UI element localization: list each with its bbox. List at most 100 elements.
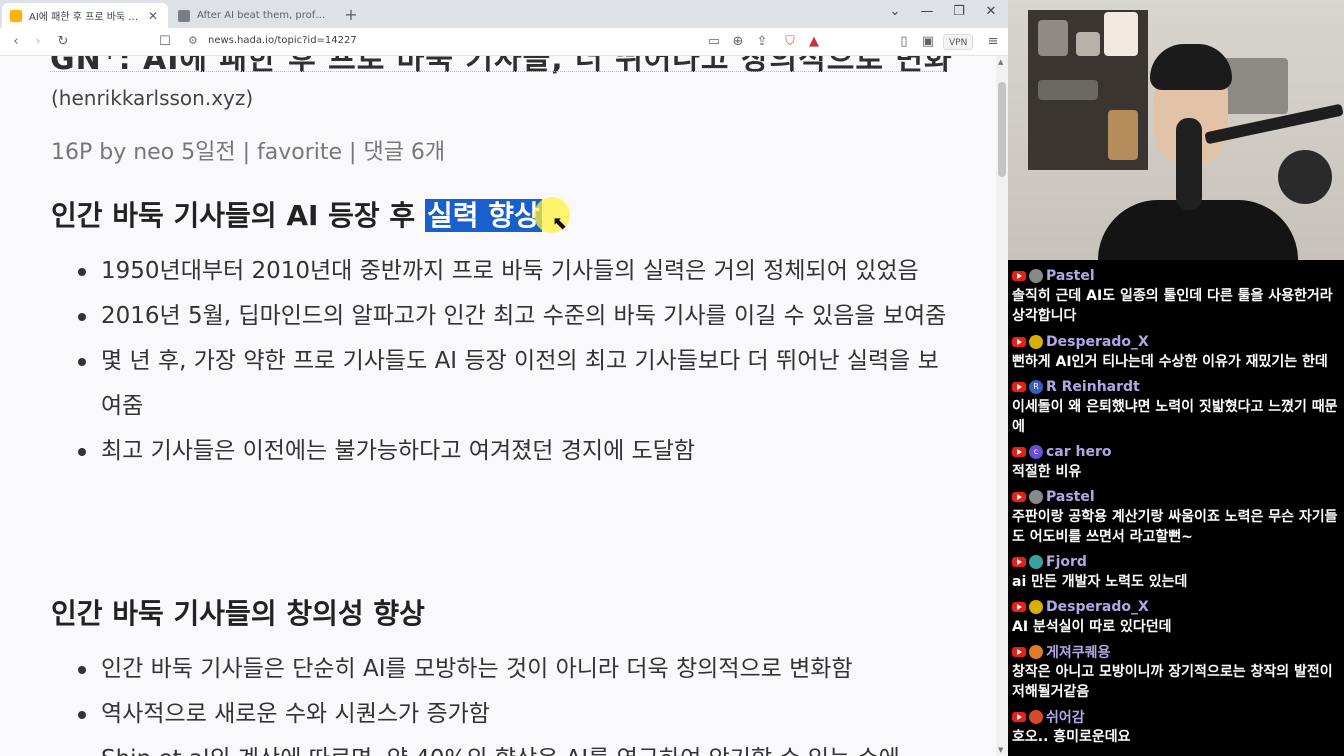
shelf-item [1038, 20, 1068, 56]
scroll-up-icon[interactable]: ▲ [998, 58, 1003, 66]
brave-shield-icon[interactable]: ⛉ [780, 32, 800, 52]
chat-author: Pastel [1046, 268, 1095, 284]
chat-text: ai 만든 개발자 노력도 있는데 [1012, 574, 1188, 590]
article-title[interactable]: GN⁺: AI에 패한 후 프로 바둑 기사들, 더 뛰어나고 창의적으로 변화 [50, 56, 953, 78]
avatar [1029, 490, 1043, 504]
chat-text: 뻔하게 AI인거 티나는데 수상한 이유가 재밌기는 한데 [1012, 354, 1328, 370]
list-item: 1950년대부터 2010년대 중반까지 프로 바둑 기사들의 실력은 거의 정… [51, 249, 951, 294]
chat-text: 적절한 비유 [1012, 464, 1082, 480]
chat-message: 게져쿠퀘용 창작은 아니고 모방이니까 장기적으로는 창작의 발전이 저해될거같… [1012, 642, 1342, 702]
chat-message: 쉬어감 호오.. 흥미로운데요 [1012, 707, 1342, 747]
chat-author: R Reinhardt [1046, 379, 1140, 395]
tab-inactive[interactable]: After AI beat them, professional go [170, 3, 335, 28]
browser-window: AI에 패한 후 프로 바둑 기사들 ✕ After AI beat them,… [0, 0, 1008, 756]
youtube-icon [1012, 647, 1026, 657]
chat-message: Pastel 주판이랑 공학용 계산기랑 싸움이죠 노력은 무슨 자기들도 어도… [1012, 487, 1342, 547]
wallet-icon[interactable]: ▣ [918, 32, 938, 52]
bullet-list-2: 인간 바둑 기사들은 단순히 AI를 모방하는 것이 아니라 더욱 창의적으로 … [51, 647, 951, 756]
selected-text: 실력 향상 [424, 199, 542, 232]
scroll-down-icon[interactable]: ▼ [998, 746, 1003, 754]
shelf-item [1104, 12, 1138, 56]
list-item: 2016년 5월, 딥마인드의 알파고가 인간 최고 수준의 바둑 기사를 이길… [51, 294, 951, 339]
avatar: c [1029, 445, 1043, 459]
scroll-thumb[interactable] [998, 82, 1006, 177]
youtube-icon [1012, 712, 1026, 722]
chat-message: c car hero 적절한 비유 [1012, 442, 1342, 482]
avatar [1029, 600, 1043, 614]
address-bar[interactable]: news.hada.io/topic?id=14227 [208, 35, 357, 46]
minimize-icon[interactable]: — [914, 2, 940, 22]
speaker [1278, 150, 1332, 204]
chat-text: 솔직히 근데 AI도 일종의 툴인데 다른 툴을 사용한거라 상각합니다 [1012, 288, 1333, 324]
live-chat: Pastel 솔직히 근데 AI도 일종의 툴인데 다른 툴을 사용한거라 상각… [1008, 264, 1344, 756]
person-hair [1150, 44, 1232, 90]
article-source[interactable]: (henrikkarlsson.xyz) [51, 86, 253, 110]
geeknews-favicon-icon [10, 9, 22, 22]
scrollbar[interactable]: ▲ ▼ [996, 56, 1008, 756]
chat-text: 이세돌이 왜 은퇴했냐면 노력이 짓밟혔다고 느꼈기 때문에 [1012, 399, 1338, 435]
bookmark-icon[interactable]: ☐ [155, 32, 175, 52]
site-settings-icon[interactable]: ⚙ [188, 34, 198, 47]
youtube-icon [1012, 337, 1026, 347]
chat-message: Desperado_X AI 분석실이 따로 있다던데 [1012, 597, 1342, 637]
youtube-icon [1012, 447, 1026, 457]
divider [50, 71, 945, 72]
vpn-button[interactable]: VPN [943, 34, 974, 50]
avatar: R [1029, 380, 1043, 394]
close-window-icon[interactable]: ✕ [978, 2, 1004, 22]
list-item: 인간 바둑 기사들은 단순히 AI를 모방하는 것이 아니라 더욱 창의적으로 … [51, 647, 951, 692]
menu-icon[interactable]: ≡ [983, 32, 1003, 52]
avatar [1029, 555, 1043, 569]
avatar [1029, 645, 1043, 659]
person-shoulders [1098, 200, 1298, 260]
forward-icon[interactable]: › [28, 32, 48, 52]
chat-text: AI 분석실이 따로 있다던데 [1012, 619, 1172, 635]
tab-title: After AI beat them, professional go [197, 10, 327, 21]
nav-toolbar: ‹ › ↻ ☐ ⚙ news.hada.io/topic?id=14227 ▭ … [0, 28, 1008, 56]
chat-message: Desperado_X 뻔하게 AI인거 티나는데 수상한 이유가 재밌기는 한… [1012, 332, 1342, 372]
page-favicon-icon [178, 9, 190, 22]
brave-rewards-icon[interactable]: ▲ [804, 32, 824, 52]
stream-panel: Pastel 솔직히 근데 AI도 일종의 툴인데 다른 툴을 사용한거라 상각… [1008, 0, 1344, 756]
list-item: 역사적으로 새로운 수와 시퀀스가 증가함 [51, 692, 951, 737]
chat-text: 창작은 아니고 모방이니까 장기적으로는 창작의 발전이 저해될거같음 [1012, 664, 1333, 700]
back-icon[interactable]: ‹ [6, 32, 26, 52]
chat-author: Desperado_X [1046, 599, 1149, 615]
chat-message: Fjord ai 만든 개발자 노력도 있는데 [1012, 552, 1342, 592]
tab-bar: AI에 패한 후 프로 바둑 기사들 ✕ After AI beat them,… [0, 0, 1008, 28]
mouse-cursor-icon: ⬉ [552, 213, 568, 234]
chat-author: 쉬어감 [1046, 710, 1085, 726]
list-item: Shin et al의 계산에 따르면, 약 40%의 향상은 AI를 연구하여… [51, 737, 951, 756]
microphone [1176, 118, 1202, 210]
shelf-item [1076, 32, 1100, 56]
avatar [1029, 335, 1043, 349]
chat-author: Desperado_X [1046, 334, 1149, 350]
close-tab-icon[interactable]: ✕ [146, 9, 160, 23]
avatar [1029, 269, 1043, 283]
youtube-icon [1012, 492, 1026, 502]
section-heading-skill: 인간 바둑 기사들의 AI 등장 후 실력 향상 [51, 194, 542, 234]
chat-message: RR Reinhardt 이세돌이 왜 은퇴했냐면 노력이 짓밟혔다고 느꼈기 … [1012, 377, 1342, 437]
section-heading-creativity: 인간 바둑 기사들의 창의성 향상 [51, 597, 425, 630]
bullet-list-1: 1950년대부터 2010년대 중반까지 프로 바둑 기사들의 실력은 거의 정… [51, 249, 951, 474]
tab-active[interactable]: AI에 패한 후 프로 바둑 기사들 ✕ [2, 3, 168, 28]
youtube-icon [1012, 271, 1026, 281]
article-meta[interactable]: 16P by neo 5일전 | favorite | 댓글 6개 [51, 134, 445, 166]
zoom-icon[interactable]: ⊕ [728, 32, 748, 52]
tab-list-chevron-icon[interactable]: ⌄ [882, 2, 908, 22]
chat-text: 주판이랑 공학용 계산기랑 싸움이죠 노력은 무슨 자기들도 어도비를 쓰면서 … [1012, 509, 1338, 545]
list-item: 몇 년 후, 가장 약한 프로 기사들도 AI 등장 이전의 최고 기사들보다 … [51, 339, 951, 429]
reload-icon[interactable]: ↻ [53, 32, 73, 52]
cast-icon[interactable]: ▭ [704, 32, 724, 52]
chat-author: car hero [1046, 444, 1112, 460]
youtube-icon [1012, 602, 1026, 612]
sidebar-icon[interactable]: ▯ [894, 32, 914, 52]
youtube-icon [1012, 382, 1026, 392]
tab-title: AI에 패한 후 프로 바둑 기사들 [29, 12, 146, 23]
chat-text: 호오.. 흥미로운데요 [1012, 729, 1131, 745]
webcam-feed [1008, 0, 1344, 260]
heading-text: 인간 바둑 기사들의 AI 등장 후 [51, 199, 425, 232]
maximize-icon[interactable]: ❐ [946, 2, 972, 22]
share-icon[interactable]: ⇪ [752, 32, 772, 52]
new-tab-icon[interactable]: + [342, 5, 360, 24]
